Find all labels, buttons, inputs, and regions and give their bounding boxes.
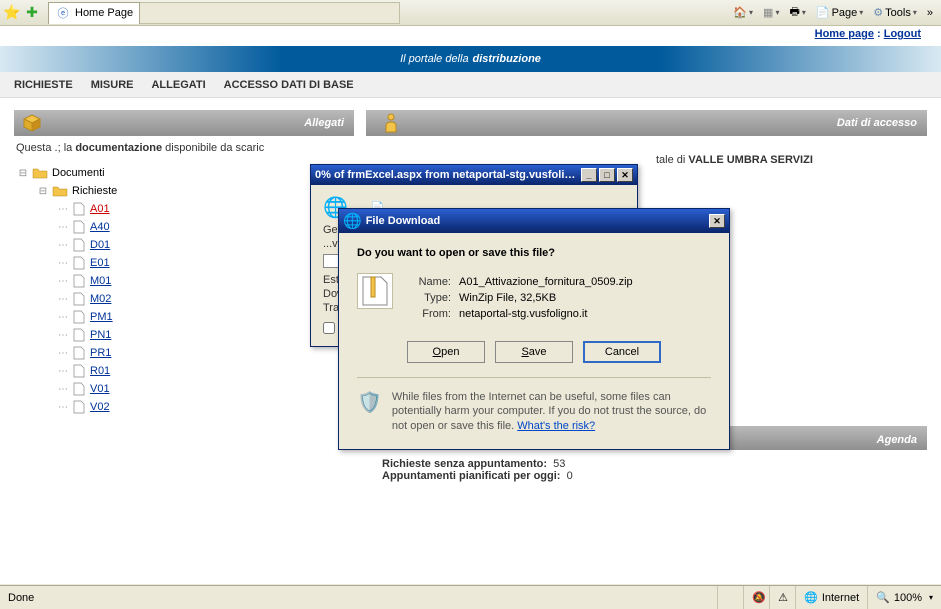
allegati-panel-header: Allegati — [14, 110, 354, 136]
maximize-button[interactable]: □ — [599, 168, 615, 182]
page-icon — [72, 274, 86, 288]
tree-leaf-pn1[interactable]: ⋯PN1 — [54, 326, 354, 344]
tree-leaf-m01[interactable]: ⋯M01 — [54, 272, 354, 290]
main-menu: RICHIESTE MISURE ALLEGATI ACCESSO DATI D… — [0, 72, 941, 98]
welcome-text: tale di VALLE UMBRA SERVIZI — [366, 136, 927, 166]
tree-leaf-v02[interactable]: ⋯V02 — [54, 398, 354, 416]
add-favorite-icon[interactable]: ✚ — [24, 5, 40, 21]
whats-the-risk-link[interactable]: What's the risk? — [517, 420, 595, 432]
tools-menu-button[interactable]: ⚙Tools▾ — [869, 4, 921, 21]
page-icon — [72, 238, 86, 252]
shield-warning-icon: 🛡️ — [357, 390, 382, 433]
zip-file-icon — [357, 273, 393, 309]
page-icon — [72, 328, 86, 342]
home-icon: 🏠 — [733, 6, 747, 19]
tree-leaf-a01[interactable]: ⋯A01 — [54, 200, 354, 218]
dialog-title: File Download — [366, 215, 707, 227]
minimize-button[interactable]: _ — [581, 168, 597, 182]
page-icon — [72, 400, 86, 414]
page-icon — [72, 310, 86, 324]
tree-leaf-pm1[interactable]: ⋯PM1 — [54, 308, 354, 326]
status-placeholder-1 — [717, 586, 743, 609]
person-icon — [378, 113, 398, 133]
home-button[interactable]: 🏠▾ — [729, 4, 757, 21]
ie-favicon-icon: ⓔ — [55, 5, 71, 21]
globe-icon: 🌐 — [804, 591, 818, 604]
page-icon — [72, 364, 86, 378]
page-menu-button[interactable]: 📄Page▾ — [812, 4, 867, 21]
page-icon — [72, 256, 86, 270]
favorites-star-icon[interactable]: ⭐ — [4, 5, 20, 21]
popup-blocked-icon[interactable]: 🔕 — [743, 586, 769, 609]
page-icon — [72, 202, 86, 216]
page-icon — [72, 220, 86, 234]
folder-open-icon — [32, 166, 48, 180]
portal-banner: Il portale della distribuzione — [0, 46, 941, 72]
rss-icon: ▦ — [763, 6, 773, 19]
chevron-right-icon: » — [927, 7, 933, 19]
tree-node-richieste[interactable]: ⊟ Richieste — [34, 182, 354, 200]
zoom-control[interactable]: 🔍100%▾ — [867, 586, 941, 609]
file-download-dialog: 🌐 File Download ✕ Do you want to open or… — [338, 208, 730, 450]
top-links: Home page : Logout — [0, 26, 941, 46]
tree-leaf-e01[interactable]: ⋯E01 — [54, 254, 354, 272]
menu-allegati[interactable]: ALLEGATI — [151, 79, 205, 91]
print-icon: 🖶 — [789, 3, 799, 22]
save-button[interactable]: Save — [495, 341, 573, 363]
menu-misure[interactable]: MISURE — [91, 79, 134, 91]
page-icon: 📄 — [816, 6, 830, 19]
status-done: Done — [0, 592, 42, 604]
zone-internet[interactable]: 🌐Internet — [795, 586, 867, 609]
tree-leaf-a40[interactable]: ⋯A40 — [54, 218, 354, 236]
agenda-stats: Richieste senza appuntamento: 53 Appunta… — [366, 450, 927, 482]
collapse-icon[interactable]: ⊟ — [34, 186, 52, 197]
chevron-down-icon: ▾ — [749, 8, 753, 17]
collapse-icon[interactable]: ⊟ — [14, 168, 32, 179]
home-page-link[interactable]: Home page — [815, 28, 874, 40]
cube-icon — [22, 113, 42, 133]
tree-root-documenti[interactable]: ⊟ Documenti — [14, 164, 354, 182]
file-info-table: Name:A01_Attivazione_fornitura_0509.zip … — [405, 273, 635, 323]
tree-leaf-r01[interactable]: ⋯R01 — [54, 362, 354, 380]
folder-open-icon — [52, 184, 68, 198]
close-button[interactable]: ✕ — [709, 214, 725, 228]
tree-leaf-pr1[interactable]: ⋯PR1 — [54, 344, 354, 362]
tree-leaf-m02[interactable]: ⋯M02 — [54, 290, 354, 308]
page-icon — [72, 346, 86, 360]
cancel-button[interactable]: Cancel — [583, 341, 661, 363]
security-warning-text: While files from the Internet can be use… — [392, 390, 711, 433]
tree-leaf-v01[interactable]: ⋯V01 — [54, 380, 354, 398]
phishing-filter-icon[interactable]: ⚠ — [769, 586, 795, 609]
tab-title: Home Page — [75, 7, 133, 19]
open-button[interactable]: Open — [407, 341, 485, 363]
new-tab-button[interactable] — [140, 2, 400, 24]
tree-leaf-d01[interactable]: ⋯D01 — [54, 236, 354, 254]
globe-download-icon: 🌐 — [343, 212, 362, 230]
document-tree: ⊟ Documenti ⊟ Richieste ⋯A01 ⋯A40 ⋯D01 ⋯… — [14, 160, 354, 416]
ie-tab-bar: ⭐ ✚ ⓔ Home Page 🏠▾ ▦▾ 🖶▾ 📄Page▾ ⚙Tools▾ … — [0, 0, 941, 26]
progress-window-title: 0% of frmExcel.aspx from netaportal-stg.… — [315, 169, 579, 181]
dati-accesso-panel-header: Dati di accesso — [366, 110, 927, 136]
feeds-button[interactable]: ▦▾ — [759, 4, 783, 21]
print-button[interactable]: 🖶▾ — [785, 1, 809, 24]
gear-icon: ⚙ — [873, 6, 883, 19]
menu-richieste[interactable]: RICHIESTE — [14, 79, 73, 91]
ie-status-bar: Done 🔕 ⚠ 🌐Internet 🔍100%▾ — [0, 585, 941, 609]
chevron-more-button[interactable]: » — [923, 5, 937, 21]
close-button[interactable]: ✕ — [617, 168, 633, 182]
page-icon — [72, 292, 86, 306]
menu-accesso[interactable]: ACCESSO DATI DI BASE — [224, 79, 354, 91]
dialog-question: Do you want to open or save this file? — [357, 247, 711, 259]
zoom-icon: 🔍 — [876, 591, 890, 604]
logout-link[interactable]: Logout — [884, 28, 921, 40]
browser-tab-active[interactable]: ⓔ Home Page — [48, 2, 140, 24]
page-icon — [72, 382, 86, 396]
